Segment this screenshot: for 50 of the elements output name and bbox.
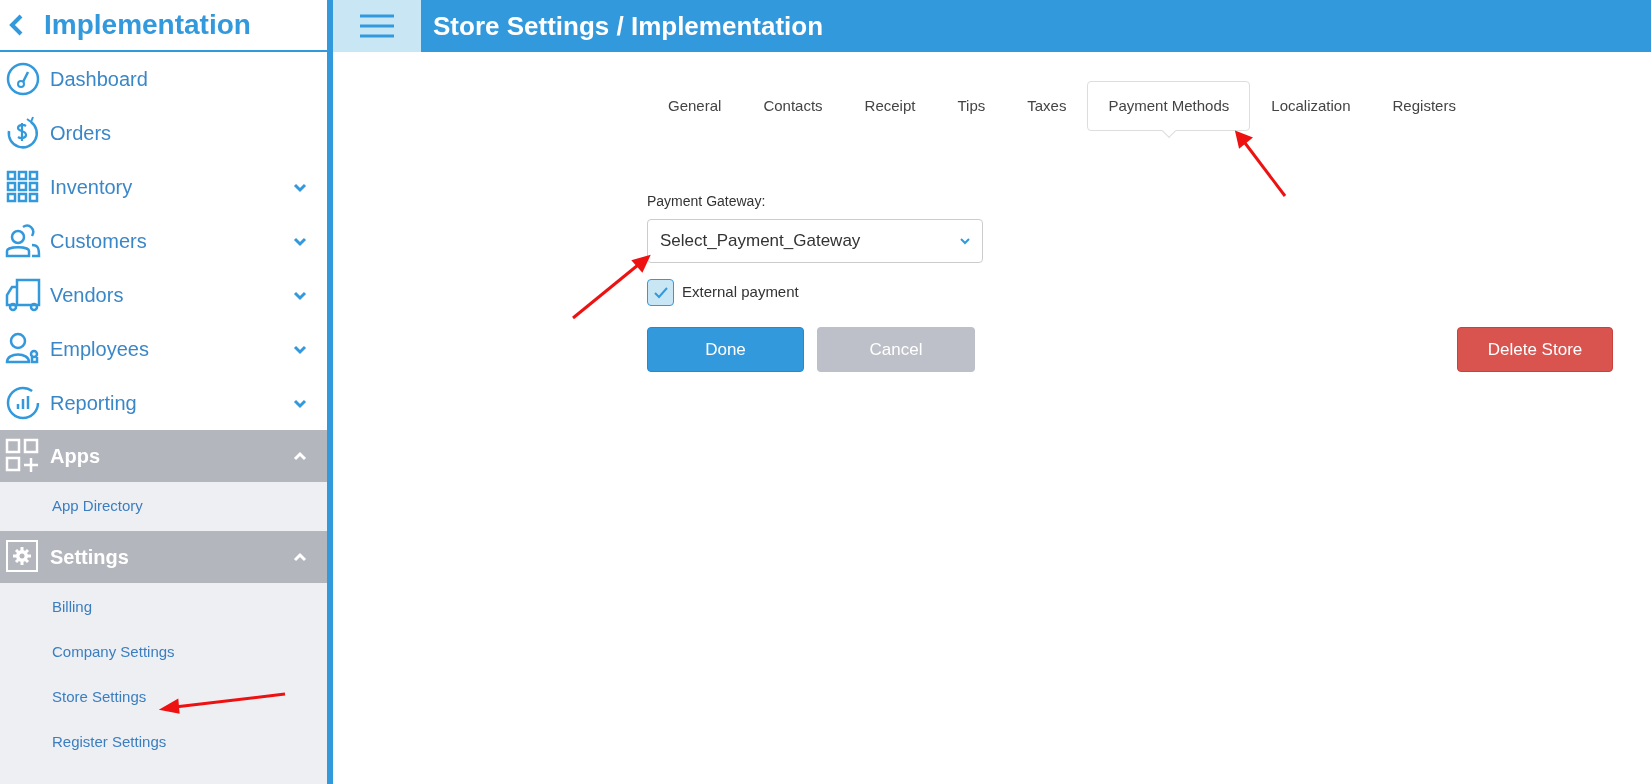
apps-icon (5, 438, 41, 474)
checkbox-label: External payment (682, 282, 799, 303)
delete-button[interactable]: Delete Store (1457, 327, 1613, 372)
sidebar-item[interactable]: Reporting (0, 376, 327, 430)
sidebar-link[interactable]: App Directory (52, 495, 143, 518)
sidebar-link[interactable]: Company Settings (52, 641, 175, 664)
dollar-icon (5, 115, 41, 151)
menu-button[interactable] (333, 0, 421, 52)
annotation-arrow (1234, 130, 1287, 197)
tab[interactable]: Localization (1250, 81, 1372, 131)
payment-gateway-select[interactable]: Select_Payment_Gateway (647, 219, 983, 263)
back-icon[interactable] (8, 13, 24, 37)
checkmark-icon (652, 285, 669, 300)
sidebar-item[interactable]: Dashboard (0, 52, 327, 106)
sidebar-item[interactable]: Inventory (0, 160, 327, 214)
sidebar-section-header[interactable]: Settings (0, 531, 327, 583)
sidebar-link[interactable]: Store Settings (52, 686, 147, 709)
chevron-icon (293, 181, 307, 193)
sidebar-link[interactable]: Billing (52, 596, 93, 619)
truck-icon (5, 277, 41, 313)
sidebar-title: Implementation (44, 8, 251, 42)
chevron-icon (293, 397, 307, 409)
chevron-icon (293, 343, 307, 355)
field-label: Payment Gateway: (647, 192, 767, 211)
page-title: Store Settings / Implementation (433, 9, 824, 43)
caret-icon (960, 237, 970, 245)
chevron-icon (293, 235, 307, 247)
tab[interactable]: Contacts (742, 81, 844, 131)
tab[interactable]: General (647, 81, 743, 131)
grid-icon (5, 169, 41, 205)
chevron-icon (293, 551, 307, 563)
settings-icon (5, 539, 41, 575)
sidebar-item[interactable]: Orders (0, 106, 327, 160)
chevron-icon (293, 450, 307, 462)
tab[interactable]: Tips (936, 81, 1007, 131)
sidebar-link[interactable]: Register Settings (52, 731, 167, 754)
sidebar-section-header[interactable]: Apps (0, 430, 327, 482)
tab[interactable]: Taxes (1006, 81, 1088, 131)
tab[interactable]: Registers (1371, 81, 1477, 131)
checkbox[interactable] (647, 279, 674, 306)
menu-icon (359, 13, 395, 39)
sidebar-item[interactable]: Employees (0, 322, 327, 376)
chevron-icon (293, 289, 307, 301)
people-icon (5, 223, 41, 259)
sidebar-item[interactable]: Vendors (0, 268, 327, 322)
sidebar-item[interactable]: Customers (0, 214, 327, 268)
chart-icon (5, 385, 41, 421)
done-button[interactable]: Done (647, 327, 804, 372)
tab[interactable]: Receipt (843, 81, 937, 131)
gauge-icon (5, 61, 41, 97)
